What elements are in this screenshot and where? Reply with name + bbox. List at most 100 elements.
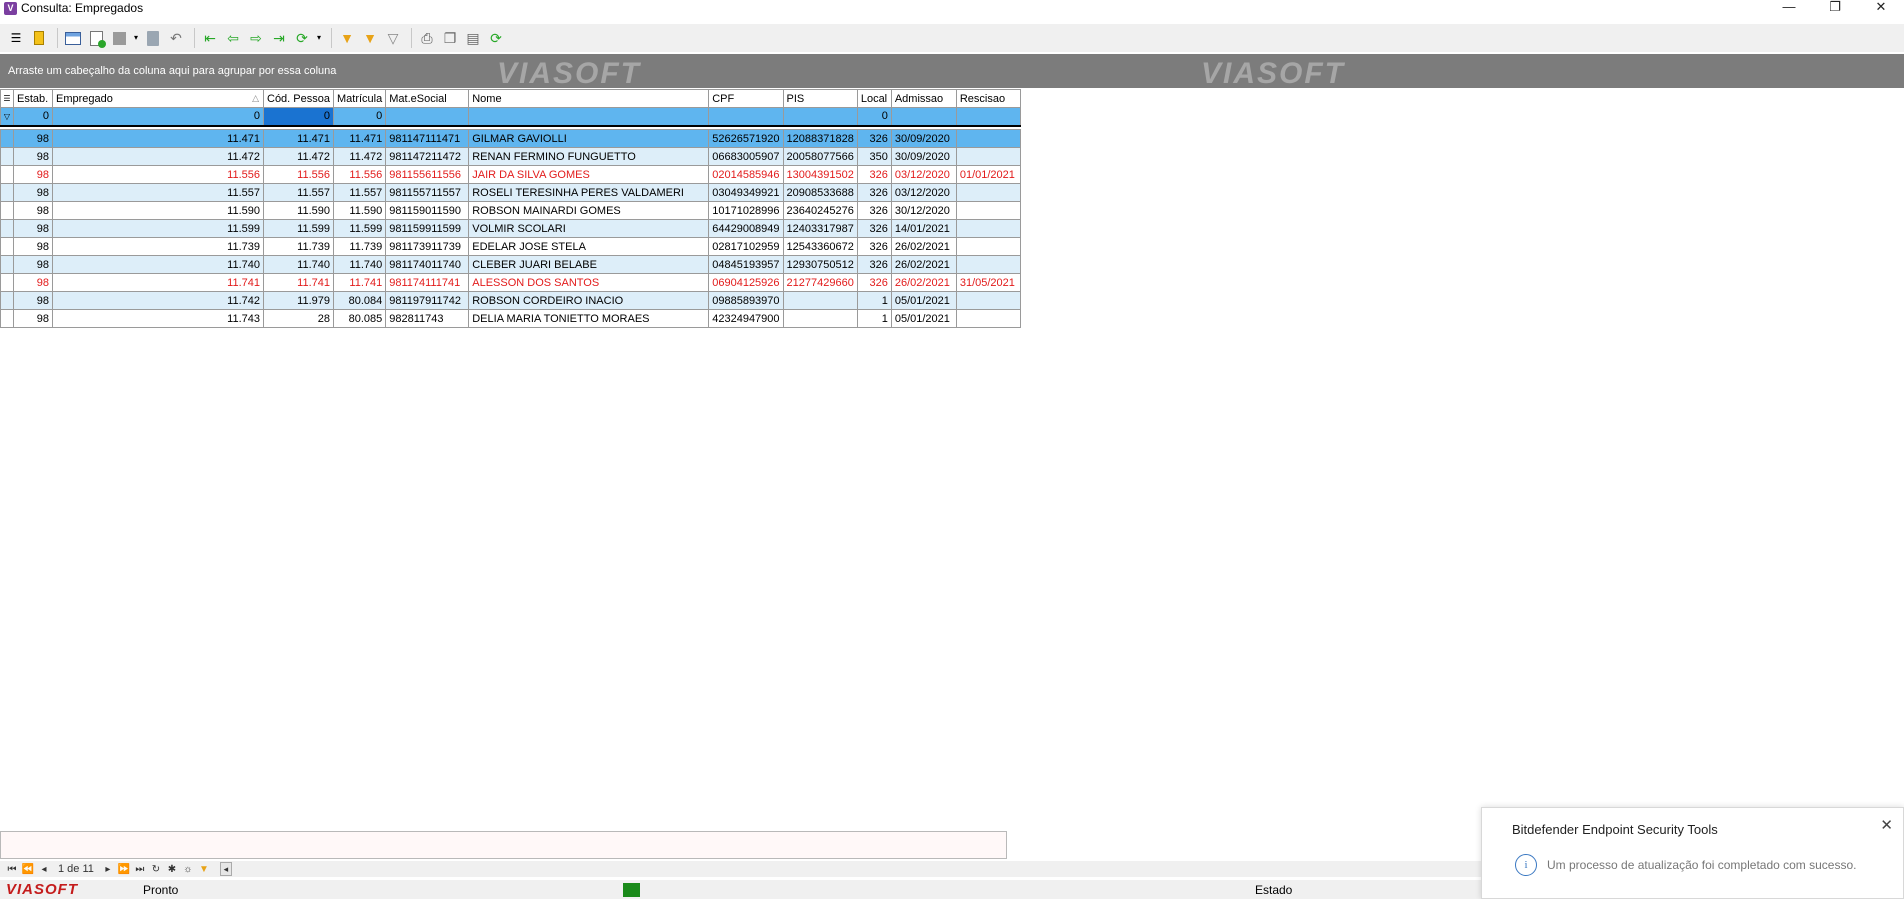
cell-mat[interactable]: 11.590 bbox=[332, 201, 387, 220]
cell-estab[interactable]: 98 bbox=[13, 237, 53, 256]
cell-pis[interactable]: 12543360672 bbox=[782, 237, 858, 256]
table-row[interactable]: 98 11.741 11.741 11.741 981174111741 ALESSON … bbox=[0, 273, 1021, 292]
table-row[interactable]: 98 11.471 11.471 11.471 981147111471 GILMAR G… bbox=[0, 129, 1021, 148]
cell-adm[interactable]: 03/12/2020 bbox=[890, 183, 957, 202]
table-row[interactable]: 98 11.472 11.472 11.472 981147211472 RENAN FE… bbox=[0, 147, 1021, 166]
cell-empregado[interactable]: 11.740 bbox=[52, 255, 264, 274]
stop-icon[interactable] bbox=[109, 28, 129, 48]
cell-mat[interactable]: 80.084 bbox=[332, 291, 387, 310]
prev-record-icon[interactable]: ◂ bbox=[36, 864, 52, 875]
table-row[interactable]: 98 11.590 11.590 11.590 981159011590 ROBSON M… bbox=[0, 201, 1021, 220]
cell-cod[interactable]: 11.739 bbox=[263, 237, 334, 256]
cell-esocial[interactable]: 981147211472 bbox=[385, 147, 470, 166]
cell-cpf[interactable]: 64429008949 bbox=[708, 219, 784, 238]
refresh-check-icon[interactable]: ⟳ bbox=[486, 28, 506, 48]
column-chooser-icon[interactable]: ☰ bbox=[0, 89, 14, 108]
cell-pis[interactable]: 12088371828 bbox=[782, 129, 858, 148]
last-icon[interactable]: ⇥ bbox=[269, 28, 289, 48]
cell-resc[interactable]: 31/05/2021 bbox=[955, 273, 1021, 292]
cell-empregado[interactable]: 11.599 bbox=[52, 219, 264, 238]
filter-a-icon[interactable]: ▼ bbox=[360, 28, 380, 48]
cell-adm[interactable]: 05/01/2021 bbox=[890, 291, 957, 310]
cell-cpf[interactable]: 52626571920 bbox=[708, 129, 784, 148]
close-icon[interactable]: ✕ bbox=[1880, 816, 1893, 834]
cell-resc[interactable] bbox=[955, 255, 1021, 274]
filter-cell[interactable] bbox=[468, 107, 710, 126]
cell-cpf[interactable]: 02014585946 bbox=[708, 165, 784, 184]
cell-mat[interactable]: 11.740 bbox=[332, 255, 387, 274]
scroll-left-icon[interactable]: ◂ bbox=[219, 862, 232, 876]
cell-mat[interactable]: 11.472 bbox=[332, 147, 387, 166]
cell-cpf[interactable]: 04845193957 bbox=[708, 255, 784, 274]
cell-esocial[interactable]: 981159911599 bbox=[385, 219, 470, 238]
filter-nav-icon[interactable]: ▼ bbox=[196, 864, 212, 875]
row-indicator[interactable] bbox=[0, 291, 14, 310]
cell-esocial[interactable]: 981174011740 bbox=[385, 255, 470, 274]
column-header-matricula[interactable]: Matrícula bbox=[332, 89, 387, 108]
row-indicator[interactable] bbox=[0, 219, 14, 238]
cell-estab[interactable]: 98 bbox=[13, 165, 53, 184]
menu-icon[interactable]: ☰ bbox=[6, 28, 26, 48]
cell-resc[interactable] bbox=[955, 237, 1021, 256]
cell-pis[interactable]: 13004391502 bbox=[782, 165, 858, 184]
cell-esocial[interactable]: 982811743 bbox=[385, 309, 470, 328]
cell-nome[interactable]: DELIA MARIA TONIETTO MORAES bbox=[468, 309, 710, 328]
cell-estab[interactable]: 98 bbox=[13, 201, 53, 220]
cell-empregado[interactable]: 11.590 bbox=[52, 201, 264, 220]
cell-estab[interactable]: 98 bbox=[13, 273, 53, 292]
cell-empregado[interactable]: 11.556 bbox=[52, 165, 264, 184]
cell-cod[interactable]: 11.556 bbox=[263, 165, 334, 184]
cell-adm[interactable]: 30/09/2020 bbox=[890, 129, 957, 148]
cell-empregado[interactable]: 11.472 bbox=[52, 147, 264, 166]
column-header-estab[interactable]: Estab. bbox=[13, 89, 53, 108]
first-icon[interactable]: ⇤ bbox=[200, 28, 220, 48]
dropdown-icon[interactable]: ▾ bbox=[132, 28, 140, 48]
table-row[interactable]: 98 11.743 28 80.085 982811743 DELIA MARIA TON… bbox=[0, 309, 1021, 328]
cell-nome[interactable]: ROSELI TERESINHA PERES VALDAMERI bbox=[468, 183, 710, 202]
cell-nome[interactable]: GILMAR GAVIOLLI bbox=[468, 129, 710, 148]
cell-empregado[interactable]: 11.739 bbox=[52, 237, 264, 256]
next-icon[interactable]: ⇨ bbox=[246, 28, 266, 48]
filter-cell[interactable] bbox=[955, 107, 1021, 126]
prev-icon[interactable]: ⇦ bbox=[223, 28, 243, 48]
cell-cpf[interactable]: 42324947900 bbox=[708, 309, 784, 328]
cell-local[interactable]: 326 bbox=[856, 129, 892, 148]
cell-nome[interactable]: ROBSON MAINARDI GOMES bbox=[468, 201, 710, 220]
cell-mat[interactable]: 11.556 bbox=[332, 165, 387, 184]
table-row[interactable]: 98 11.740 11.740 11.740 981174011740 CLEBER J… bbox=[0, 255, 1021, 274]
cell-adm[interactable]: 26/02/2021 bbox=[890, 255, 957, 274]
cell-estab[interactable]: 98 bbox=[13, 129, 53, 148]
cell-empregado[interactable]: 11.743 bbox=[52, 309, 264, 328]
cell-cpf[interactable]: 06904125926 bbox=[708, 273, 784, 292]
row-indicator[interactable] bbox=[0, 129, 14, 148]
cell-local[interactable]: 326 bbox=[856, 273, 892, 292]
undo-icon[interactable]: ↶ bbox=[166, 28, 186, 48]
cell-resc[interactable] bbox=[955, 129, 1021, 148]
filter-cell[interactable]: 0 bbox=[332, 107, 387, 126]
cell-cpf[interactable]: 02817102959 bbox=[708, 237, 784, 256]
cell-empregado[interactable]: 11.471 bbox=[52, 129, 264, 148]
dropdown-icon[interactable]: ▾ bbox=[315, 28, 323, 48]
delete-icon[interactable] bbox=[143, 28, 163, 48]
first-page-icon[interactable]: ⏮ bbox=[4, 864, 20, 875]
cell-mat[interactable]: 11.557 bbox=[332, 183, 387, 202]
cell-cod[interactable]: 11.740 bbox=[263, 255, 334, 274]
cell-adm[interactable]: 14/01/2021 bbox=[890, 219, 957, 238]
cell-cpf[interactable]: 09885893970 bbox=[708, 291, 784, 310]
next-record-icon[interactable]: ▸ bbox=[100, 864, 116, 875]
paste-icon[interactable]: ▤ bbox=[463, 28, 483, 48]
filter-cell[interactable] bbox=[708, 107, 784, 126]
cell-cod[interactable]: 11.471 bbox=[263, 129, 334, 148]
cell-cod[interactable]: 11.472 bbox=[263, 147, 334, 166]
cell-cod[interactable]: 11.557 bbox=[263, 183, 334, 202]
prev-page-icon[interactable]: ⏪ bbox=[20, 864, 36, 875]
cell-pis[interactable]: 12930750512 bbox=[782, 255, 858, 274]
cell-nome[interactable]: CLEBER JUARI BELABE bbox=[468, 255, 710, 274]
cell-esocial[interactable]: 981155611556 bbox=[385, 165, 470, 184]
cell-mat[interactable]: 11.739 bbox=[332, 237, 387, 256]
cell-nome[interactable]: JAIR DA SILVA GOMES bbox=[468, 165, 710, 184]
cell-adm[interactable]: 03/12/2020 bbox=[890, 165, 957, 184]
column-header-mat-esocial[interactable]: Mat.eSocial bbox=[385, 89, 470, 108]
filter-cell-active[interactable]: 0 bbox=[263, 107, 334, 126]
notification-toast[interactable]: Bitdefender Endpoint Security Tools ✕ i … bbox=[1481, 807, 1904, 899]
